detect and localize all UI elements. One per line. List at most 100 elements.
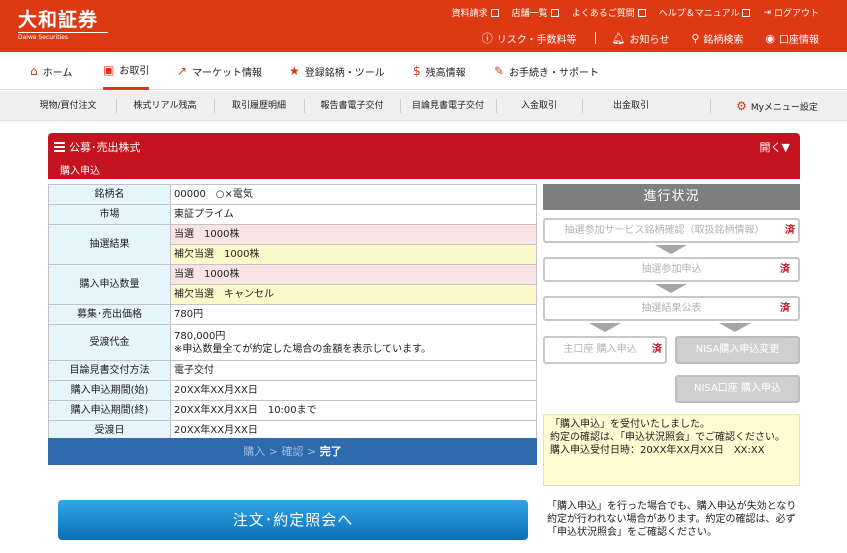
- subnav-spot-order[interactable]: 現物/買付注文: [20, 91, 116, 121]
- nav-market[interactable]: ↗ マーケット情報: [177, 52, 262, 90]
- nav-trading[interactable]: ▣ お取引: [103, 52, 150, 90]
- notice-line: 約定の確認は、「申込状況照会」でご確認ください。: [550, 432, 785, 443]
- link-stock-search[interactable]: ⚲ 銘柄検索: [691, 30, 743, 46]
- notice-line: 「購入申込」を受付いたしました。: [550, 419, 710, 430]
- logo-text: 大和証券: [18, 9, 99, 31]
- external-link-icon: [490, 8, 499, 17]
- notice-timestamp: 購入申込受付日時：20XX年XX月XX日 XX:XX: [550, 445, 765, 456]
- row-value: 東証プライム: [170, 204, 537, 225]
- row-label: 抽選結果: [48, 224, 171, 265]
- logout-icon: ⇥: [763, 7, 771, 18]
- progress-step-label: 抽選参加サービス銘柄確認（取扱銘柄情報）: [564, 225, 765, 236]
- link-notices[interactable]: 🔔︎ お知らせ: [612, 30, 670, 46]
- done-mark: 済: [780, 264, 790, 275]
- panel-subtitle: 購入申込: [60, 166, 100, 177]
- nav-label: お手続き・サポート: [509, 67, 600, 79]
- progress-step-label: 主口座 購入申込: [563, 344, 637, 355]
- progress-step-label: 抽選結果公表: [641, 303, 702, 314]
- table-row: 銘柄名 00000 ○×電気: [48, 184, 537, 205]
- row-label: 目論見書交付方法: [48, 360, 171, 381]
- progress-step-main-account: 主口座 購入申込 済: [543, 336, 667, 364]
- logout-button[interactable]: ⇥ ログアウト: [763, 6, 819, 20]
- link-request-docs[interactable]: 資料請求: [452, 6, 499, 19]
- table-row: 購入申込期間(始) 20XX年XX月XX日: [48, 380, 537, 401]
- order-detail-table: 銘柄名 00000 ○×電気 市場 東証プライム 抽選結果 当選 1000株 補欠当選…: [48, 184, 537, 441]
- step-purchase: 購入: [243, 445, 266, 458]
- table-row: 抽選結果 当選 1000株: [48, 224, 537, 265]
- subnav-prospectus[interactable]: 目論見書電子交付: [400, 91, 496, 121]
- row-label: 募集･売出価格: [48, 304, 171, 325]
- row-value: 20XX年XX月XX日: [170, 380, 537, 401]
- step-complete: 完了: [319, 445, 342, 458]
- header-top-links: 資料請求 店舗一覧 よくあるご質問 ヘルプ＆マニュアル ⇥ ログアウト: [439, 6, 819, 20]
- nav-label: ホーム: [42, 67, 73, 79]
- caution-text: 「購入申込」を行った場合でも、購入申込が失効となり約定が行われない場合があります…: [547, 501, 797, 538]
- panel-menu[interactable]: 公募･売出株式: [54, 139, 141, 155]
- link-help[interactable]: ヘルプ＆マニュアル: [659, 6, 751, 19]
- table-row: 募集･売出価格 780円: [48, 304, 537, 325]
- row-label: 受渡代金: [48, 324, 171, 361]
- subnav-realtime-balance[interactable]: 株式リアル残高: [116, 91, 214, 121]
- subnav-my-menu[interactable]: ⚙ Myメニュー設定: [722, 91, 832, 121]
- row-value: 当選 1000株: [170, 264, 537, 285]
- site-header: 大和証券 Daiwa Securities 資料請求 店舗一覧 よくあるご質問 …: [0, 0, 847, 52]
- row-value: 補欠当選 1000株: [170, 244, 537, 265]
- bell-icon: 🔔︎: [611, 31, 626, 45]
- link-faq[interactable]: よくあるご質問: [572, 6, 646, 19]
- hamburger-icon: [54, 140, 65, 154]
- external-link-icon: [550, 8, 559, 17]
- nav-watchlist[interactable]: ★ 登録銘柄・ツール: [289, 52, 385, 90]
- external-link-icon: [742, 8, 751, 17]
- gear-icon: ⚙: [736, 99, 747, 113]
- star-icon: ★: [289, 64, 300, 78]
- link-branches[interactable]: 店舗一覧: [512, 6, 559, 19]
- row-label: 購入申込期間(終): [48, 400, 171, 421]
- subnav-withdraw[interactable]: 出金取引: [582, 91, 680, 121]
- nav-balance[interactable]: $ 残高情報: [413, 52, 466, 90]
- table-row: 受渡代金 780,000円 ※申込数量全てが約定した場合の金額を表示しています。: [48, 324, 537, 361]
- link-risk-fees[interactable]: ⓘ リスク・手数料等: [482, 30, 577, 46]
- info-icon: ⓘ: [481, 32, 493, 45]
- external-link-icon: [637, 8, 646, 17]
- subnav-my-menu-label: Myメニュー設定: [750, 103, 818, 113]
- order-inquiry-button[interactable]: 注文･約定照会へ: [58, 500, 528, 540]
- progress-step-nisa-account: NISA口座 購入申込: [675, 375, 800, 403]
- progress-step-eligibility: 抽選参加サービス銘柄確認（取扱銘柄情報） 済: [543, 218, 800, 243]
- progress-status: 進行状況 抽選参加サービス銘柄確認（取扱銘柄情報）済 抽選参加申込済 抽選結果公…: [543, 184, 800, 403]
- nav-label: 登録銘柄・ツール: [304, 67, 385, 79]
- row-value-note: ※申込数量全てが約定した場合の金額を表示しています。: [174, 343, 432, 355]
- step-separator: >: [303, 445, 320, 458]
- row-label: 市場: [48, 204, 171, 225]
- row-label: 購入申込期間(始): [48, 380, 171, 401]
- daiwa-logo[interactable]: 大和証券 Daiwa Securities: [18, 10, 108, 42]
- link-account-info[interactable]: ◉ 口座情報: [765, 30, 819, 46]
- progress-title: 進行状況: [543, 184, 800, 210]
- progress-step-lottery-entry: 抽選参加申込 済: [543, 257, 800, 282]
- row-value: 780円: [170, 304, 537, 325]
- row-label: 銘柄名: [48, 184, 171, 205]
- panel-toggle[interactable]: 開く▼: [760, 139, 790, 155]
- search-icon: ⚲: [691, 31, 700, 45]
- pen-icon: ✎: [494, 64, 505, 78]
- row-value: 20XX年XX月XX日 10:00まで: [170, 400, 537, 421]
- nav-home[interactable]: ⌂ ホーム: [30, 52, 72, 90]
- step-confirm: 確認: [281, 445, 304, 458]
- step-indicator: 購入 > 確認 > 完了: [48, 438, 537, 465]
- logo-subtext: Daiwa Securities: [18, 34, 69, 41]
- table-row: 目論見書交付方法 電子交付: [48, 360, 537, 381]
- ipo-panel-header: 公募･売出株式 開く▼ 購入申込: [48, 133, 800, 179]
- nav-label: お取引: [119, 66, 150, 77]
- nav-support[interactable]: ✎ お手続き・サポート: [494, 52, 599, 90]
- header-sub-links: ⓘ リスク・手数料等 🔔︎ お知らせ ⚲ 銘柄検索 ◉ 口座情報: [460, 30, 819, 46]
- row-value-amount: 780,000円: [174, 330, 226, 342]
- row-value: 780,000円 ※申込数量全てが約定した場合の金額を表示しています。: [170, 324, 537, 361]
- row-label: 購入申込数量: [48, 264, 171, 305]
- sub-nav: 現物/買付注文 株式リアル残高 取引履歴明細 報告書電子交付 目論見書電子交付 …: [0, 91, 847, 121]
- row-value: 00000 ○×電気: [170, 184, 537, 205]
- table-row: 購入申込期間(終) 20XX年XX月XX日 10:00まで: [48, 400, 537, 421]
- subnav-deposit[interactable]: 入金取引: [496, 91, 582, 121]
- subnav-reports[interactable]: 報告書電子交付: [304, 91, 400, 121]
- done-mark: 済: [652, 344, 662, 355]
- subnav-history[interactable]: 取引履歴明細: [214, 91, 304, 121]
- row-value: 補欠当選 キャンセル: [170, 284, 537, 305]
